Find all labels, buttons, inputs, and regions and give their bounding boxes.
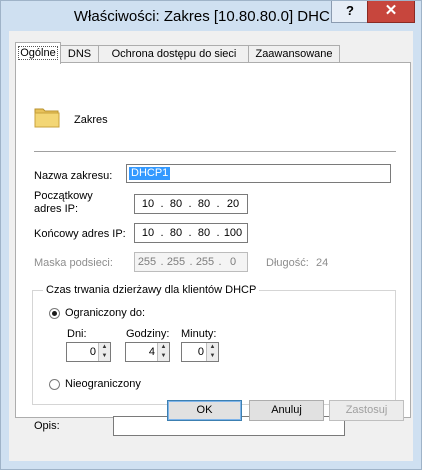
cancel-button[interactable]: Anuluj [249,400,324,421]
limited-radio[interactable] [49,308,60,319]
folder-icon [34,108,60,128]
ip-dot: . [188,198,192,210]
scope-name-value: DHCP1 [129,167,171,180]
days-spinner-arrows: ▲ ▼ [98,343,110,361]
ip-octet: 100 [223,227,243,239]
tab-general-label: Ogólne [18,46,58,60]
limited-label[interactable]: Ograniczony do: [65,307,145,319]
ip-dot: . [160,198,164,210]
minutes-value: 0 [197,346,204,358]
hours-spinner[interactable]: 4 ▲ ▼ [125,342,170,362]
hours-label: Godziny: [126,328,170,340]
hours-value: 4 [148,346,155,358]
ip-octet: 80 [197,198,211,210]
minutes-label: Minuty: [181,328,217,340]
ip-octet: 20 [226,198,240,210]
ip-octet: 255 [166,256,186,268]
ip-dot: . [216,198,220,210]
prefix-length-label: Długość: [266,257,309,269]
prefix-length-value: 24 [316,257,329,269]
tab-general[interactable]: Ogólne [15,42,61,64]
ip-octet: 80 [197,227,211,239]
description-label: Opis: [34,420,60,432]
subnet-mask-input: 255 . 255 . 255 . 0 [134,252,248,272]
unlimited-radio[interactable] [49,379,60,390]
scope-caption: Zakres [74,114,108,126]
dialog-client-area: Ogólne DNS Ochrona dostępu do sieci Zaaw… [9,31,413,461]
ip-octet: 80 [169,227,183,239]
scope-name-input[interactable]: DHCP1 [126,164,391,183]
minutes-spinner[interactable]: 0 ▲ ▼ [181,342,219,362]
tab-advanced[interactable]: Zaawansowane [248,45,340,63]
spin-down-icon[interactable]: ▼ [99,352,110,361]
unlimited-label[interactable]: Nieograniczony [65,378,141,390]
ip-octet: 80 [169,198,183,210]
ip-dot: . [160,227,164,239]
days-value: 0 [89,346,96,358]
ip-octet: 10 [141,227,155,239]
close-button[interactable]: ✕ [367,1,415,23]
lease-duration-group-title: Czas trwania dzierżawy dla klientów DHCP [43,284,260,296]
days-label: Dni: [67,328,87,340]
ip-dot: . [188,227,192,239]
separator-line [34,151,396,152]
tab-network-access-protection[interactable]: Ochrona dostępu do sieci [98,45,250,63]
ip-octet: 255 [195,256,215,268]
start-ip-input[interactable]: 10 . 80 . 80 . 20 [134,194,248,214]
tab-dns[interactable]: DNS [59,45,100,63]
spin-down-icon[interactable]: ▼ [158,352,169,361]
start-ip-label-line2: adres IP: [34,203,79,215]
start-ip-label-line1: Początkowy [34,190,93,202]
ok-button[interactable]: OK [167,400,242,421]
ip-octet: 10 [141,198,155,210]
end-ip-label: Końcowy adres IP: [34,228,126,240]
scope-name-label: Nazwa zakresu: [34,170,113,182]
title-bar[interactable]: Właściwości: Zakres [10.80.80.0] DHCP1 ?… [1,1,421,31]
minutes-spinner-arrows: ▲ ▼ [206,343,218,361]
subnet-mask-label: Maska podsieci: [34,257,113,269]
help-button[interactable]: ? [331,1,369,23]
tab-panel-general: Zakres Nazwa zakresu: DHCP1 Początkowy a… [15,62,411,432]
spin-down-icon[interactable]: ▼ [207,352,218,361]
ip-octet: 0 [229,256,237,268]
days-spinner[interactable]: 0 ▲ ▼ [66,342,111,362]
ip-octet: 255 [137,256,157,268]
lease-duration-group: Czas trwania dzierżawy dla klientów DHCP… [32,284,396,405]
end-ip-input[interactable]: 10 . 80 . 80 . 100 [134,223,248,243]
hours-spinner-arrows: ▲ ▼ [157,343,169,361]
apply-button[interactable]: Zastosuj [329,400,404,421]
